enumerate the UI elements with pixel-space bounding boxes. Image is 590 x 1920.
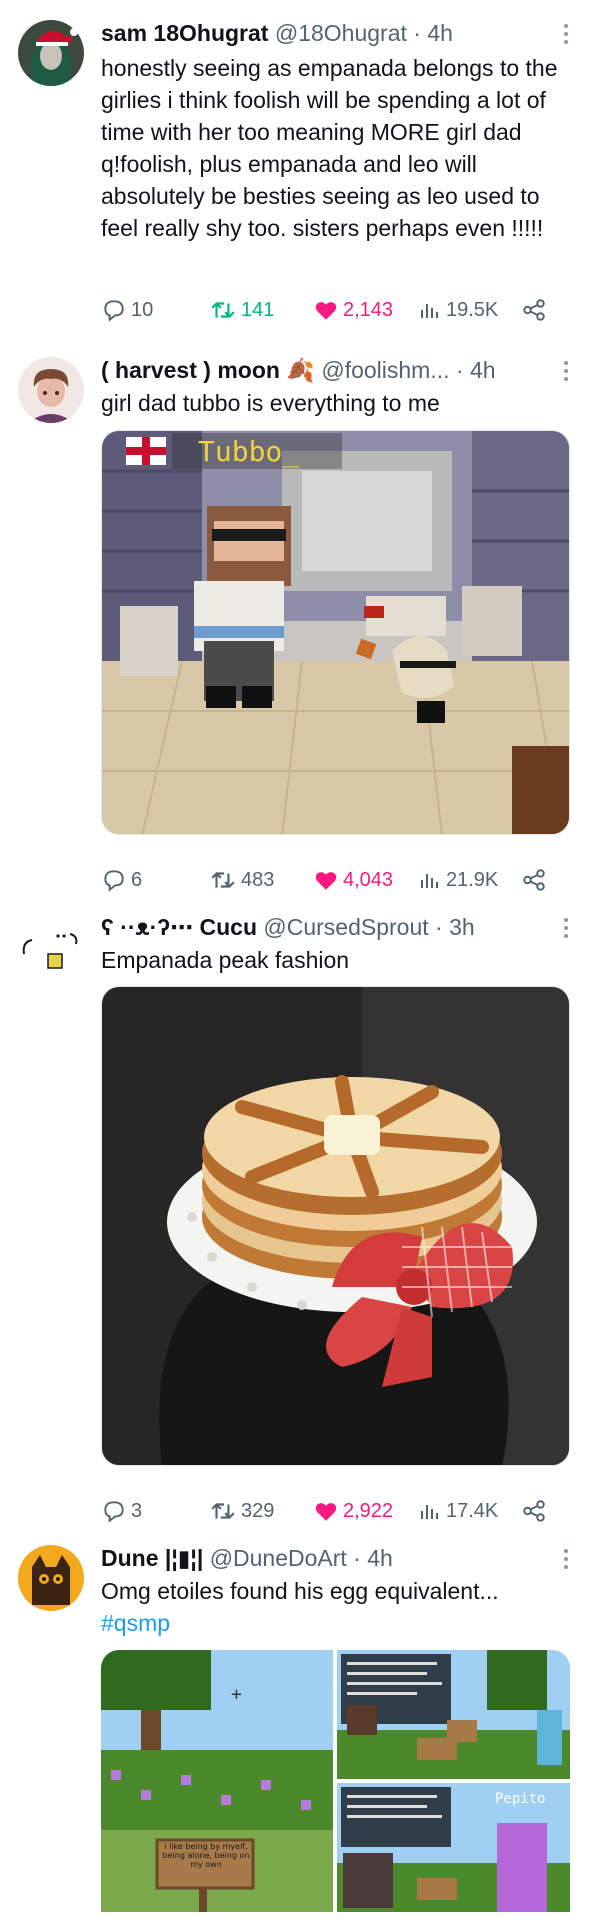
player-nametag: Pepito	[495, 1791, 546, 1807]
tweet-text: honestly seeing as empanada belongs to t…	[101, 55, 558, 241]
tweet-actions: 6 483 4,043 21.9K	[101, 865, 571, 895]
more-icon[interactable]	[562, 1549, 570, 1573]
views-count: 19.5K	[446, 299, 499, 321]
author-name[interactable]: Dune |¦▮¦|	[101, 1545, 203, 1571]
retweet-icon	[211, 1502, 235, 1520]
more-icon[interactable]	[562, 24, 570, 48]
views-count: 17.4K	[446, 1500, 499, 1522]
tweet-image-2[interactable]	[337, 1650, 570, 1779]
reply-count: 6	[131, 869, 143, 891]
more-icon[interactable]	[562, 361, 570, 385]
reply-icon	[104, 870, 124, 892]
avatar[interactable]	[18, 1545, 84, 1611]
tweet-header: ( harvest ) moon 🍂 @foolishm... · 4h	[101, 355, 556, 385]
avatar[interactable]	[18, 357, 84, 423]
avatar-image	[18, 357, 84, 423]
leaf-icon: 🍂	[286, 357, 315, 383]
reply-button[interactable]: 6	[101, 865, 142, 895]
retweet-icon	[211, 301, 235, 319]
views-button[interactable]: 17.4K	[418, 1496, 498, 1526]
views-button[interactable]: 19.5K	[418, 295, 498, 325]
tweet-image[interactable]	[101, 986, 570, 1466]
retweet-count: 483	[241, 869, 275, 891]
minecraft-garden-screenshot: + i like being by myelf, being alone, be…	[101, 1650, 333, 1912]
author-name[interactable]: ʕ ··ᴥ·ʔ⋯ Cucu	[101, 914, 257, 940]
tweet-image[interactable]: Tubbo_	[101, 430, 570, 835]
like-count: 2,922	[343, 1500, 394, 1522]
stream-screenshot-1	[337, 1650, 570, 1779]
share-icon	[523, 869, 545, 891]
views-icon	[421, 304, 438, 318]
retweet-button[interactable]: 329	[209, 1496, 274, 1526]
views-icon	[421, 874, 438, 888]
tweet-4[interactable]: Dune |¦▮¦| @DuneDoArt · 4h Omg etoiles f…	[0, 1530, 590, 1920]
heart-icon	[315, 872, 337, 890]
author-handle[interactable]: @DuneDoArt	[210, 1545, 347, 1571]
like-count: 2,143	[343, 299, 394, 321]
tweet-header: sam 18Ohugrat @18Ohugrat · 4h	[101, 18, 556, 48]
reply-count: 3	[131, 1500, 143, 1522]
author-handle[interactable]: @foolishm...	[321, 357, 449, 383]
share-button[interactable]	[521, 1496, 551, 1526]
tweet-2[interactable]: ( harvest ) moon 🍂 @foolishm... · 4h gir…	[0, 340, 590, 900]
tweet-image-3[interactable]: Pepito	[337, 1783, 570, 1912]
retweet-icon	[211, 871, 235, 889]
crosshair: +	[231, 1684, 242, 1705]
views-count: 21.9K	[446, 869, 499, 891]
stream-screenshot-2: Pepito	[337, 1783, 570, 1912]
share-icon	[523, 1500, 545, 1522]
tweet-text: girl dad tubbo is everything to me	[101, 390, 440, 416]
tweet-actions: 10 141 2,143 19.5K	[101, 295, 571, 325]
avatar[interactable]	[18, 20, 84, 86]
reply-icon	[104, 300, 124, 322]
tweet-text: Omg etoiles found his egg equivalent... …	[101, 1575, 571, 1639]
like-button[interactable]: 2,922	[313, 1496, 393, 1526]
avatar-image	[18, 20, 84, 86]
author-name[interactable]: ( harvest ) moon	[101, 357, 280, 383]
tweet-header: Dune |¦▮¦| @DuneDoArt · 4h	[101, 1543, 556, 1573]
retweet-button[interactable]: 141	[209, 295, 274, 325]
tweet-3[interactable]: ʕ ··ᴥ·ʔ⋯ Cucu @CursedSprout · 3h Empanad…	[0, 900, 590, 1530]
pancake-hat-photo	[102, 987, 569, 1465]
post-time[interactable]: · 4h	[353, 1545, 393, 1571]
reply-icon	[104, 1501, 124, 1523]
like-count: 4,043	[343, 869, 394, 891]
tweet-text: Empanada peak fashion	[101, 947, 350, 973]
heart-icon	[315, 302, 337, 320]
hashtag-link[interactable]: #qsmp	[101, 1610, 170, 1636]
like-button[interactable]: 4,043	[313, 865, 393, 895]
share-icon	[523, 299, 545, 321]
share-button[interactable]	[521, 295, 551, 325]
retweet-count: 141	[241, 299, 275, 321]
author-name[interactable]: sam 18Ohugrat	[101, 20, 268, 46]
post-time[interactable]: · 4h	[413, 20, 453, 46]
heart-icon	[315, 1503, 337, 1521]
minecraft-screenshot: Tubbo_	[102, 431, 569, 834]
share-button[interactable]	[521, 865, 551, 895]
retweet-count: 329	[241, 1500, 275, 1522]
reply-count: 10	[131, 299, 154, 321]
retweet-button[interactable]: 483	[209, 865, 274, 895]
avatar-image	[18, 1545, 84, 1611]
post-time[interactable]: · 3h	[435, 914, 475, 940]
views-icon	[421, 1505, 438, 1519]
tweet-1[interactable]: sam 18Ohugrat @18Ohugrat · 4h honestly s…	[0, 0, 590, 340]
avatar[interactable]	[18, 914, 84, 980]
avatar-image	[18, 914, 84, 980]
reply-button[interactable]: 10	[101, 295, 153, 325]
tweet-actions: 3 329 2,922 17.4K	[101, 1496, 571, 1526]
author-handle[interactable]: @18Ohugrat	[275, 20, 407, 46]
reply-button[interactable]: 3	[101, 1496, 142, 1526]
sign-text: i like being by myelf, being alone, bein…	[162, 1842, 250, 1869]
tweet-image-1[interactable]: + i like being by myelf, being alone, be…	[101, 1650, 333, 1912]
more-icon[interactable]	[562, 918, 570, 942]
tweet-body: Omg etoiles found his egg equivalent...	[101, 1578, 499, 1604]
author-handle[interactable]: @CursedSprout	[263, 914, 428, 940]
tweet-image-grid: + i like being by myelf, being alone, be…	[101, 1650, 570, 1912]
like-button[interactable]: 2,143	[313, 295, 393, 325]
post-time[interactable]: · 4h	[456, 357, 496, 383]
views-button[interactable]: 21.9K	[418, 865, 498, 895]
player-nametag: Tubbo_	[198, 435, 299, 469]
tweet-header: ʕ ··ᴥ·ʔ⋯ Cucu @CursedSprout · 3h	[101, 912, 556, 942]
